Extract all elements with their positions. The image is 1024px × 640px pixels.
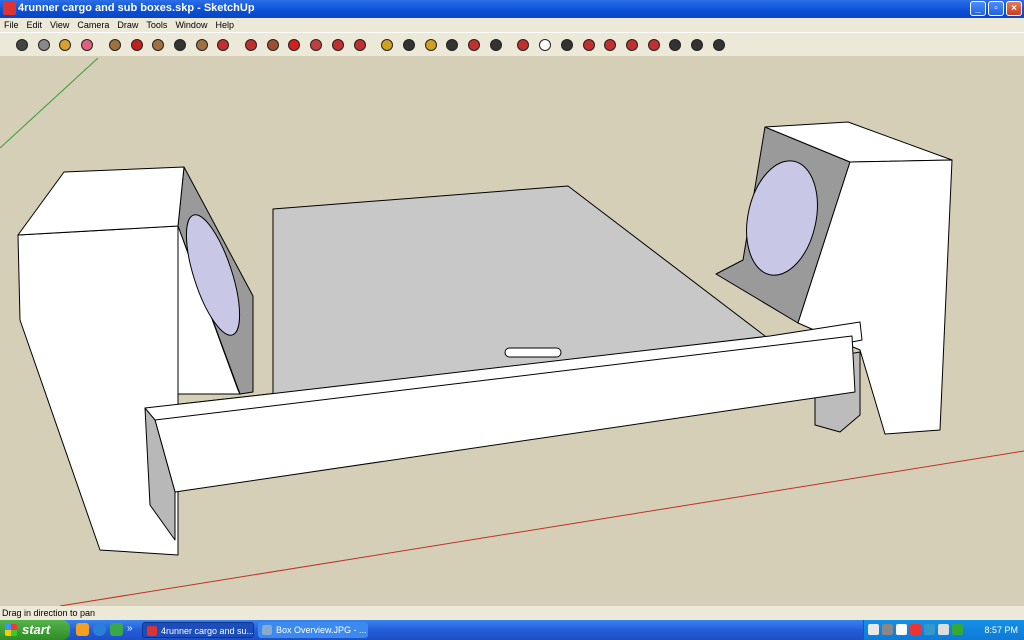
task-box-overview-label: Box Overview.JPG - ... <box>276 625 367 635</box>
menu-file[interactable]: File <box>0 18 23 32</box>
zoom-window-icon[interactable] <box>581 37 597 53</box>
eraser-icon[interactable] <box>79 37 95 53</box>
polygon-icon[interactable] <box>194 37 210 53</box>
rectangle-icon[interactable] <box>107 37 123 53</box>
freehand-icon[interactable] <box>215 37 231 53</box>
menu-window[interactable]: Window <box>171 18 211 32</box>
model-viewport[interactable] <box>0 56 1024 606</box>
circle-icon[interactable] <box>150 37 166 53</box>
sketchup-app-icon <box>3 2 16 15</box>
select-icon[interactable] <box>14 37 30 53</box>
clock: 8:57 PM <box>984 625 1018 635</box>
task-box-overview[interactable]: Box Overview.JPG - ... <box>258 622 368 638</box>
previous-view-icon[interactable] <box>624 37 640 53</box>
menu-camera[interactable]: Camera <box>73 18 113 32</box>
window-title: 4runner cargo and sub boxes.skp - Sketch… <box>18 2 255 14</box>
menu-bar: File Edit View Camera Draw Tools Window … <box>0 18 1024 32</box>
box-model <box>17 121 953 556</box>
volume-icon[interactable] <box>938 624 949 635</box>
rotate-icon[interactable] <box>286 37 302 53</box>
follow-me-icon[interactable] <box>308 37 324 53</box>
close-button[interactable]: × <box>1006 1 1022 16</box>
media-player-icon[interactable] <box>110 623 123 636</box>
axes-icon[interactable] <box>466 37 482 53</box>
show-desktop-icon[interactable] <box>76 623 89 636</box>
3d-text-icon[interactable] <box>488 37 504 53</box>
menu-draw[interactable]: Draw <box>113 18 142 32</box>
maximize-button[interactable]: ▫ <box>988 1 1004 16</box>
position-camera-icon[interactable] <box>646 37 662 53</box>
windows-flag-icon <box>5 624 17 636</box>
make-component-icon[interactable] <box>36 37 52 53</box>
antivirus-icon[interactable] <box>952 624 963 635</box>
model-drawing <box>0 57 1024 606</box>
walk-icon[interactable] <box>689 37 705 53</box>
scale-icon[interactable] <box>330 37 346 53</box>
menu-help[interactable]: Help <box>211 18 238 32</box>
internet-explorer-icon[interactable] <box>93 623 106 636</box>
move-icon[interactable] <box>243 37 259 53</box>
look-around-icon[interactable] <box>667 37 683 53</box>
dimension-icon[interactable] <box>401 37 417 53</box>
update-icon[interactable] <box>924 624 935 635</box>
zoom-extents-icon[interactable] <box>602 37 618 53</box>
tape-measure-icon[interactable] <box>379 37 395 53</box>
protractor-icon[interactable] <box>423 37 439 53</box>
quick-launch-more-button[interactable]: » <box>127 623 135 636</box>
zoom-icon[interactable] <box>559 37 575 53</box>
sketchup-task-icon <box>147 626 157 636</box>
orbit-icon[interactable] <box>515 37 531 53</box>
title-bar: 4runner cargo and sub boxes.skp - Sketch… <box>0 0 1024 18</box>
printer-icon[interactable] <box>882 624 893 635</box>
minimize-button[interactable]: _ <box>970 1 986 16</box>
security-icon[interactable] <box>910 624 921 635</box>
image-task-icon <box>262 625 272 635</box>
line-icon[interactable] <box>129 37 145 53</box>
menu-tools[interactable]: Tools <box>142 18 171 32</box>
menu-edit[interactable]: Edit <box>23 18 47 32</box>
status-bar: Drag in direction to pan <box>0 606 1024 620</box>
system-tray: 8:57 PM <box>863 620 1024 640</box>
help-icon[interactable] <box>896 624 907 635</box>
network-icon[interactable] <box>868 624 879 635</box>
taskbar: start » 4runner cargo and su... Box Over… <box>0 620 1024 640</box>
pan-icon[interactable] <box>537 37 553 53</box>
task-sketchup-label: 4runner cargo and su... <box>161 626 254 636</box>
text-icon[interactable] <box>444 37 460 53</box>
offset-icon[interactable] <box>352 37 368 53</box>
task-sketchup[interactable]: 4runner cargo and su... <box>142 622 254 638</box>
paint-bucket-icon[interactable] <box>57 37 73 53</box>
menu-view[interactable]: View <box>46 18 73 32</box>
start-label: start <box>22 622 51 637</box>
arc-icon[interactable] <box>172 37 188 53</box>
tool-bar <box>0 32 1024 58</box>
push-pull-icon[interactable] <box>265 37 281 53</box>
start-button[interactable]: start <box>0 620 70 640</box>
section-plane-icon[interactable] <box>711 37 727 53</box>
status-text: Drag in direction to pan <box>2 608 96 618</box>
green-axis <box>0 57 99 149</box>
quick-launch: » <box>76 623 135 636</box>
